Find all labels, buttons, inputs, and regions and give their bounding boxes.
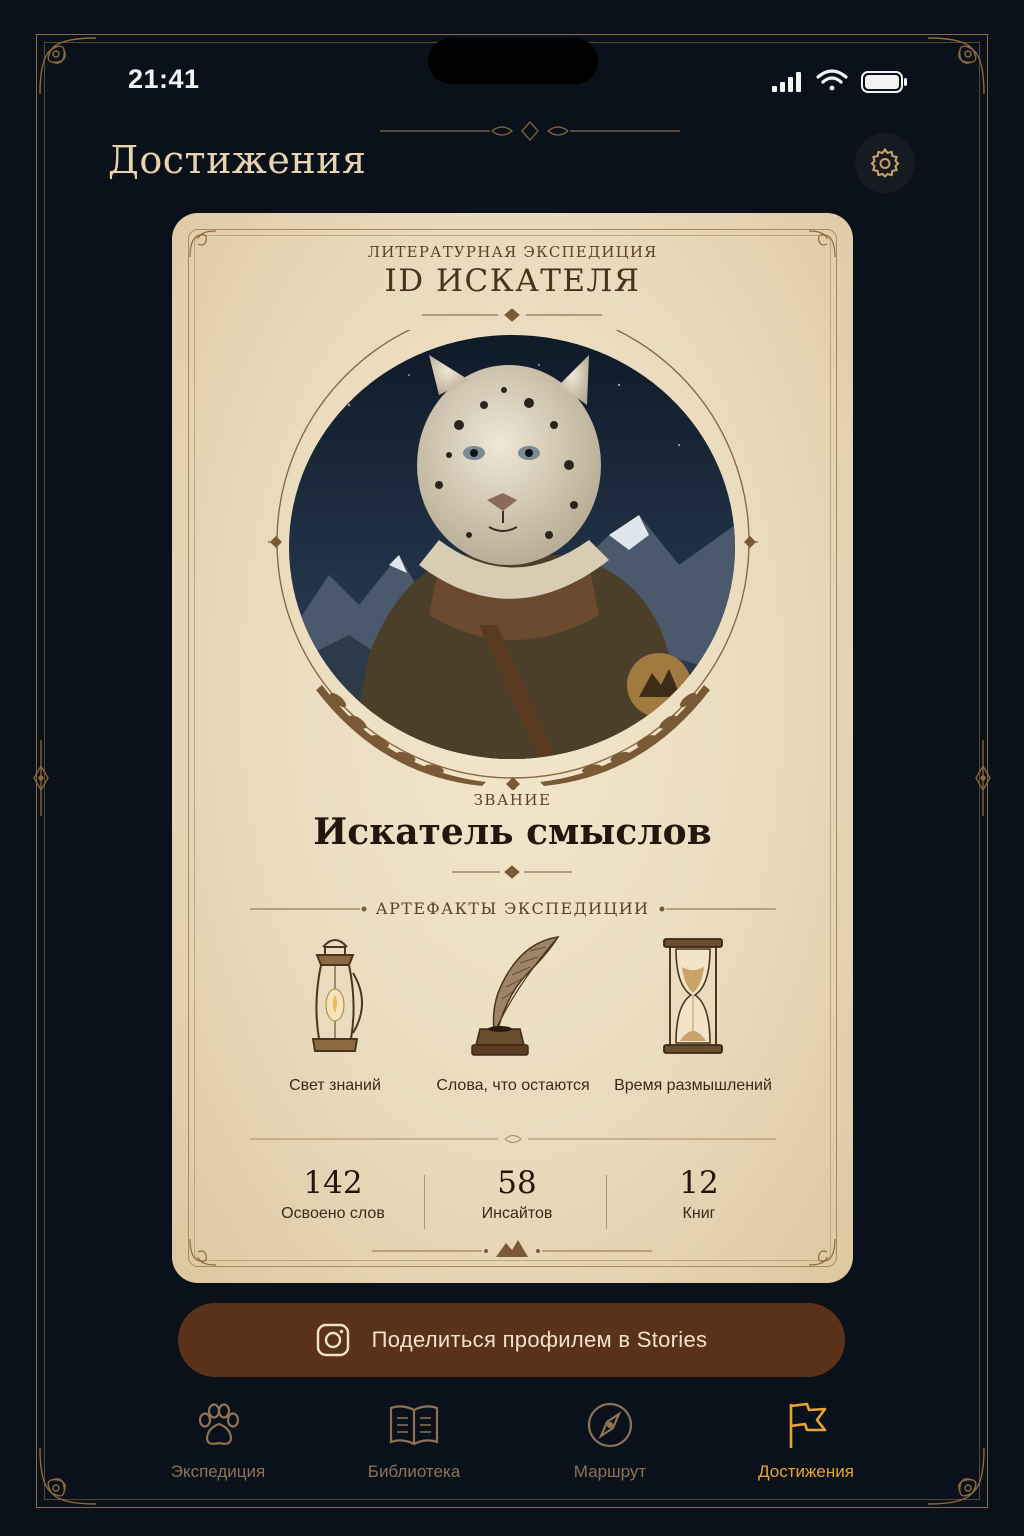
stat-books: 12 Книг (614, 1165, 784, 1223)
corner-ornament-icon (927, 37, 985, 95)
tab-achievements[interactable]: Достижения (708, 1400, 904, 1482)
page-title: Достижения (108, 138, 367, 182)
rank-label: ЗВАНИЕ (473, 791, 552, 809)
artifact-hourglass: Время размышлений (608, 933, 778, 1097)
hourglass-icon (663, 938, 723, 1054)
rank-value: Искатель смыслов (313, 811, 712, 853)
side-ornament-icon (975, 740, 991, 816)
stat-insights: 58 Инсайтов (432, 1165, 602, 1223)
artifact-label: Слова, что остаются (436, 1077, 590, 1094)
header-ornament-icon (380, 121, 680, 141)
mountain-emblem-icon (372, 1240, 652, 1257)
stat-label: Инсайтов (481, 1205, 553, 1222)
corner-ornament-icon (927, 1447, 985, 1505)
tab-library[interactable]: Библиотека (316, 1400, 512, 1482)
rank-divider-ornament (452, 865, 572, 879)
corner-ornament-icon (39, 1447, 97, 1505)
signal-icon (772, 72, 801, 92)
instagram-icon (316, 1323, 349, 1357)
tab-label: Маршрут (573, 1462, 647, 1481)
artifact-label: Свет знаний (289, 1077, 381, 1094)
tab-expedition[interactable]: Экспедиция (120, 1400, 316, 1482)
artifact-lantern: Свет знаний (250, 933, 420, 1097)
artifacts-header: АРТЕФАКТЫ ЭКСПЕДИЦИИ (375, 899, 650, 918)
book-icon (389, 1405, 439, 1446)
tab-label: Библиотека (367, 1462, 461, 1481)
side-ornament-icon (33, 740, 49, 816)
flag-icon (789, 1402, 827, 1448)
seeker-id-title: ID ИСКАТЕЛЯ (384, 263, 641, 299)
quill-inkwell-icon (471, 936, 560, 1056)
stat-value: 58 (497, 1165, 537, 1201)
tab-label: Экспедиция (170, 1462, 266, 1481)
artifact-quill: Слова, что остаются (428, 933, 598, 1097)
tab-bar: Экспедиция Библиотека Маршрут Достижения (120, 1400, 904, 1490)
seeker-id-card: ЛИТЕРАТУРНАЯ ЭКСПЕДИЦИЯ ID ИСКАТЕЛЯ ЗВАН… (172, 213, 853, 1283)
seeker-portrait (289, 335, 735, 759)
snow-leopard-portrait-image (289, 335, 735, 759)
wifi-icon (816, 69, 848, 91)
status-time: 21:41 (128, 64, 200, 94)
paw-icon (198, 1403, 240, 1445)
artifact-label: Время размышлений (614, 1077, 772, 1094)
card-corner-ornament-icon (808, 1238, 836, 1266)
share-button-label: Поделиться профилем в Stories (371, 1327, 708, 1352)
stat-words: 142 Освоено слов (248, 1165, 418, 1223)
stats-divider (250, 1135, 776, 1143)
dynamic-island (428, 38, 598, 84)
stat-value: 12 (679, 1165, 719, 1201)
stat-value: 142 (303, 1165, 363, 1201)
settings-button[interactable] (855, 133, 915, 193)
expedition-label: ЛИТЕРАТУРНАЯ ЭКСПЕДИЦИЯ (367, 243, 658, 261)
share-stories-button[interactable]: Поделиться профилем в Stories (178, 1303, 845, 1377)
stat-separator (424, 1175, 425, 1229)
stat-label: Книг (682, 1205, 716, 1222)
tab-route[interactable]: Маршрут (512, 1400, 708, 1482)
compass-icon (587, 1402, 633, 1448)
card-corner-ornament-icon (189, 1238, 217, 1266)
lantern-icon (311, 939, 363, 1052)
tab-label: Достижения (758, 1462, 854, 1481)
stat-separator (606, 1175, 607, 1229)
battery-icon (861, 71, 907, 93)
status-icons (772, 69, 907, 93)
corner-ornament-icon (39, 37, 97, 95)
title-divider-ornament (422, 308, 602, 322)
gear-icon (870, 147, 900, 178)
stat-label: Освоено слов (281, 1205, 385, 1222)
